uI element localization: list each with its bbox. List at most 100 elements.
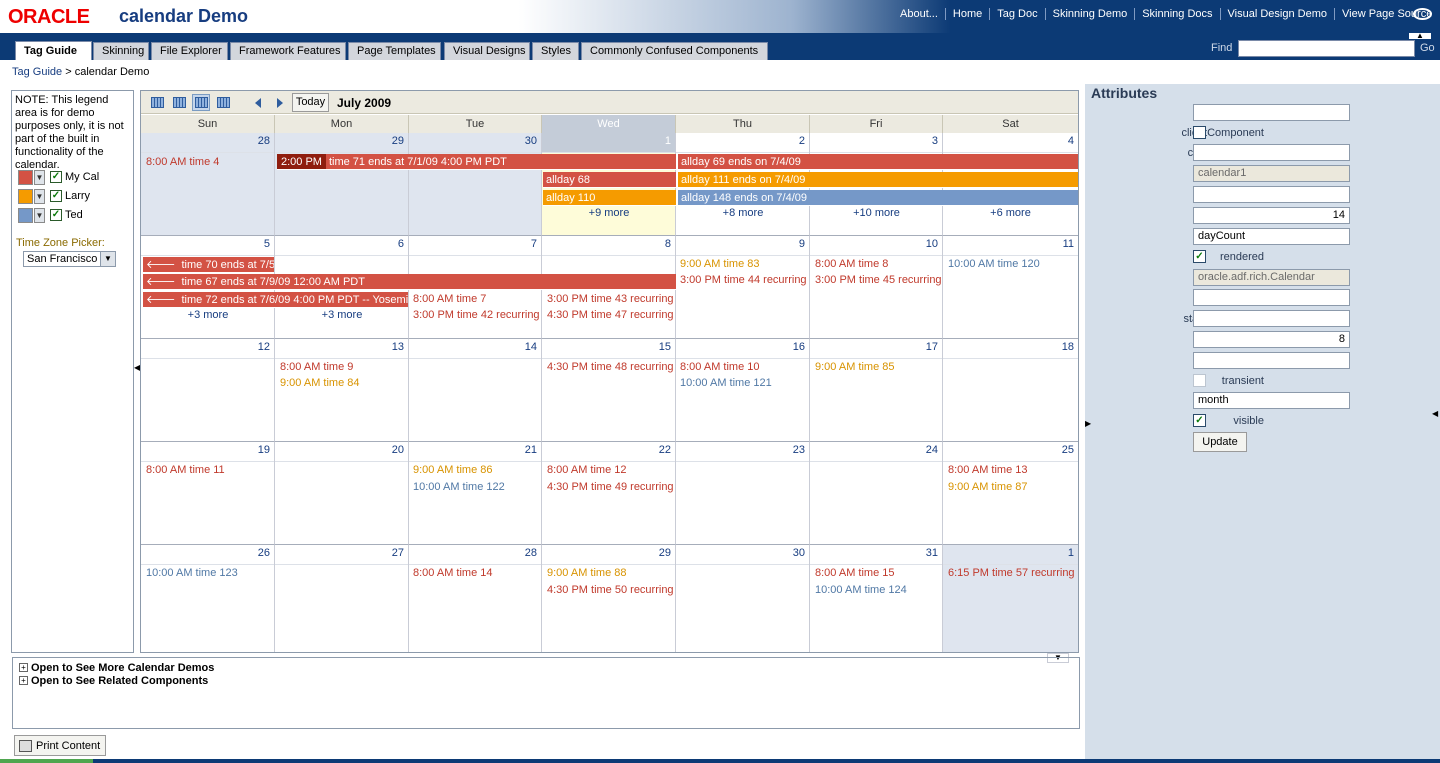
skinning-demo-link[interactable]: Skinning Demo [1044, 8, 1135, 20]
more-link[interactable]: +6 more [943, 207, 1078, 219]
day-cell[interactable]: 30 [676, 545, 810, 652]
calendar-event[interactable]: 9:00 AM time 84 [280, 376, 360, 390]
day-cell[interactable]: 18 [943, 339, 1078, 442]
calendar-event[interactable]: 9:00 AM time 87 [948, 480, 1028, 494]
date-number[interactable]: 18 [943, 339, 1078, 359]
calendar-event-bar[interactable]: allday 69 ends on 7/4/09 [678, 154, 1078, 170]
visual-design-demo-link[interactable]: Visual Design Demo [1219, 8, 1334, 20]
date-number[interactable]: 28 [409, 545, 541, 565]
more-link[interactable]: +3 more [141, 309, 275, 321]
list-view-icon[interactable] [214, 94, 232, 111]
day-view-icon[interactable] [148, 94, 166, 111]
calendar-event-bar[interactable]: allday 68 [543, 172, 676, 188]
view-input[interactable]: month [1193, 392, 1350, 409]
day-cell[interactable]: 15 [542, 339, 676, 442]
expand-icon[interactable]: + [19, 676, 28, 685]
date-number[interactable]: 22 [542, 442, 675, 462]
date-number[interactable]: 24 [810, 442, 942, 462]
activeday-input[interactable] [1193, 104, 1350, 121]
more-link[interactable]: +9 more [542, 207, 676, 219]
date-number[interactable]: 4 [943, 133, 1078, 153]
calendar-event[interactable]: 3:00 PM time 45 recurring [815, 273, 942, 287]
related-components-label[interactable]: Open to See Related Components [31, 675, 208, 687]
calendar-event[interactable]: 10:00 AM time 121 [680, 376, 772, 390]
calendar-event[interactable]: 8:00 AM time 9 [280, 360, 353, 374]
day-cell[interactable]: 20 [275, 442, 409, 545]
day-cell[interactable]: 23 [676, 442, 810, 545]
date-number[interactable]: 14 [409, 339, 541, 359]
calendar-event[interactable]: 8:00 AM time 8 [815, 257, 888, 271]
calendar-event[interactable]: 8:00 AM time 4 [146, 155, 219, 169]
day-cell[interactable]: 13 [275, 339, 409, 442]
date-number[interactable]: 21 [409, 442, 541, 462]
day-cell[interactable]: 26 [141, 545, 275, 652]
date-number[interactable]: 27 [275, 545, 408, 565]
calendar-event[interactable]: 8:00 AM time 15 [815, 566, 895, 580]
legend-checkbox[interactable]: ✓ [50, 171, 62, 183]
chevron-down-icon[interactable]: ▼ [34, 207, 45, 223]
day-cell[interactable]: 9 [676, 236, 810, 339]
calendar-event-bar[interactable]: 🡐 time 67 ends at 7/9/09 12:00 AM PDT [143, 274, 676, 290]
help-icon[interactable] [1413, 8, 1432, 20]
more-calendar-demos-label[interactable]: Open to See More Calendar Demos [31, 662, 214, 674]
date-number[interactable]: 30 [676, 545, 809, 565]
day-cell[interactable]: 27 [275, 545, 409, 652]
month-view-icon[interactable] [192, 94, 210, 111]
tab-framework-features[interactable]: Framework Features [230, 42, 346, 60]
day-cell[interactable]: 31 [810, 545, 943, 652]
day-cell[interactable]: 24 [810, 442, 943, 545]
legend-checkbox[interactable]: ✓ [50, 209, 62, 221]
date-number[interactable]: 12 [141, 339, 274, 359]
related-components-toggle[interactable]: + Open to See Related Components [19, 674, 1073, 687]
startdayofweek-input[interactable] [1193, 310, 1350, 327]
calendar-event[interactable]: 10:00 AM time 122 [413, 480, 505, 494]
calendar-event[interactable]: 4:30 PM time 48 recurring [547, 360, 674, 374]
day-cell[interactable]: 16 [676, 339, 810, 442]
date-number[interactable]: 1 [542, 133, 675, 153]
date-number[interactable]: 31 [810, 545, 942, 565]
breadcrumb-tag-guide[interactable]: Tag Guide [12, 66, 62, 78]
calendar-event[interactable]: 8:00 AM time 10 [680, 360, 760, 374]
date-number[interactable]: 16 [676, 339, 809, 359]
day-cell[interactable]: 10 [810, 236, 943, 339]
day-cell[interactable]: 1 [943, 545, 1078, 652]
day-cell[interactable]: 30 [409, 133, 542, 236]
date-number[interactable]: 17 [810, 339, 942, 359]
date-number[interactable]: 20 [275, 442, 408, 462]
skinning-docs-link[interactable]: Skinning Docs [1134, 8, 1219, 20]
listcount-input[interactable]: 14 [1193, 207, 1350, 224]
tab-commonly-confused-components[interactable]: Commonly Confused Components [581, 42, 768, 60]
rendered-checkbox[interactable]: ✓ [1193, 250, 1206, 263]
day-cell[interactable]: 12 [141, 339, 275, 442]
calendar-event-bar[interactable]: allday 111 ends on 7/4/09 [678, 172, 1078, 188]
date-number[interactable]: 19 [141, 442, 274, 462]
day-cell[interactable]: 17 [810, 339, 943, 442]
home-link[interactable]: Home [944, 8, 989, 20]
color-swatch[interactable] [18, 188, 33, 204]
calendar-event[interactable]: 9:00 AM time 85 [815, 360, 895, 374]
date-number[interactable]: 1 [943, 545, 1078, 565]
day-cell[interactable]: 29 [542, 545, 676, 652]
more-link[interactable]: +10 more [810, 207, 943, 219]
day-cell[interactable]: 29 [275, 133, 409, 236]
customizationid-input[interactable] [1193, 144, 1350, 161]
color-swatch[interactable] [18, 169, 33, 185]
date-number[interactable]: 2 [676, 133, 809, 153]
listtype-input[interactable]: dayCount [1193, 228, 1350, 245]
calendar-event[interactable]: 10:00 AM time 123 [146, 566, 238, 580]
date-number[interactable]: 29 [275, 133, 408, 153]
calendar-event[interactable]: 9:00 AM time 86 [413, 463, 493, 477]
tag-doc-link[interactable]: Tag Doc [989, 8, 1044, 20]
tab-tag-guide[interactable]: Tag Guide [15, 41, 92, 60]
day-cell[interactable]: 28 [141, 133, 275, 236]
go-button[interactable]: Go [1420, 42, 1435, 54]
shortdesc-input[interactable] [1193, 289, 1350, 306]
calendar-event[interactable]: 9:00 AM time 83 [680, 257, 760, 271]
about-link[interactable]: About... [893, 8, 945, 20]
calendar-event-bar[interactable]: 🡐 time 70 ends at 7/5/09 [143, 257, 274, 273]
calendar-event[interactable]: 3:00 PM time 44 recurring [680, 273, 807, 287]
tab-skinning[interactable]: Skinning [93, 42, 149, 60]
tab-page-templates[interactable]: Page Templates [348, 42, 441, 60]
clientcomponent-checkbox[interactable] [1193, 126, 1206, 139]
date-number[interactable]: 9 [676, 236, 809, 256]
